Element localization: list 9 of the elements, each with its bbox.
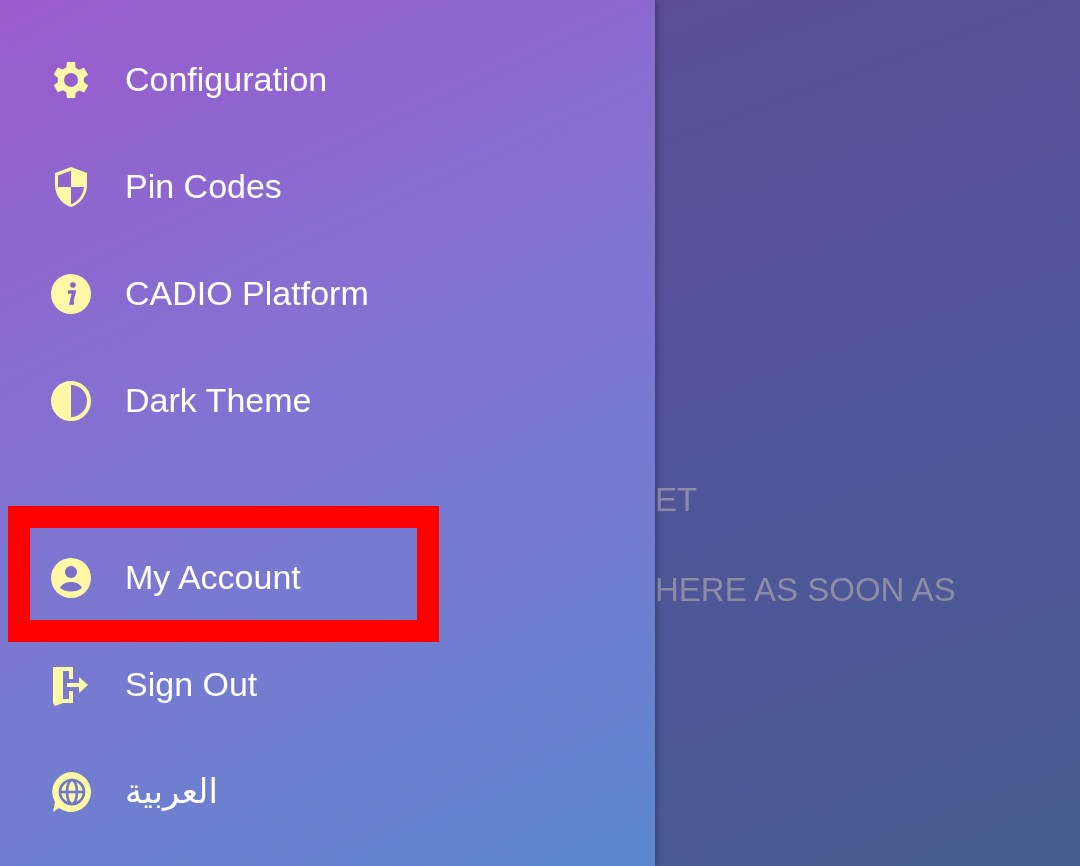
menu-item[interactable]: Dark Theme bbox=[0, 347, 655, 454]
menu-item[interactable]: Configuration bbox=[0, 26, 655, 133]
dimmed-text: HERE AS SOON AS bbox=[655, 570, 957, 610]
menu-item[interactable]: My Account bbox=[0, 524, 655, 631]
menu-item[interactable]: Sign Out bbox=[0, 631, 655, 738]
dimmed-text: ET bbox=[655, 480, 699, 520]
menu-item[interactable]: العربية bbox=[0, 738, 655, 845]
menu-item[interactable]: Pin Codes bbox=[0, 133, 655, 240]
menu-item[interactable]: CADIO Platform bbox=[0, 240, 655, 347]
